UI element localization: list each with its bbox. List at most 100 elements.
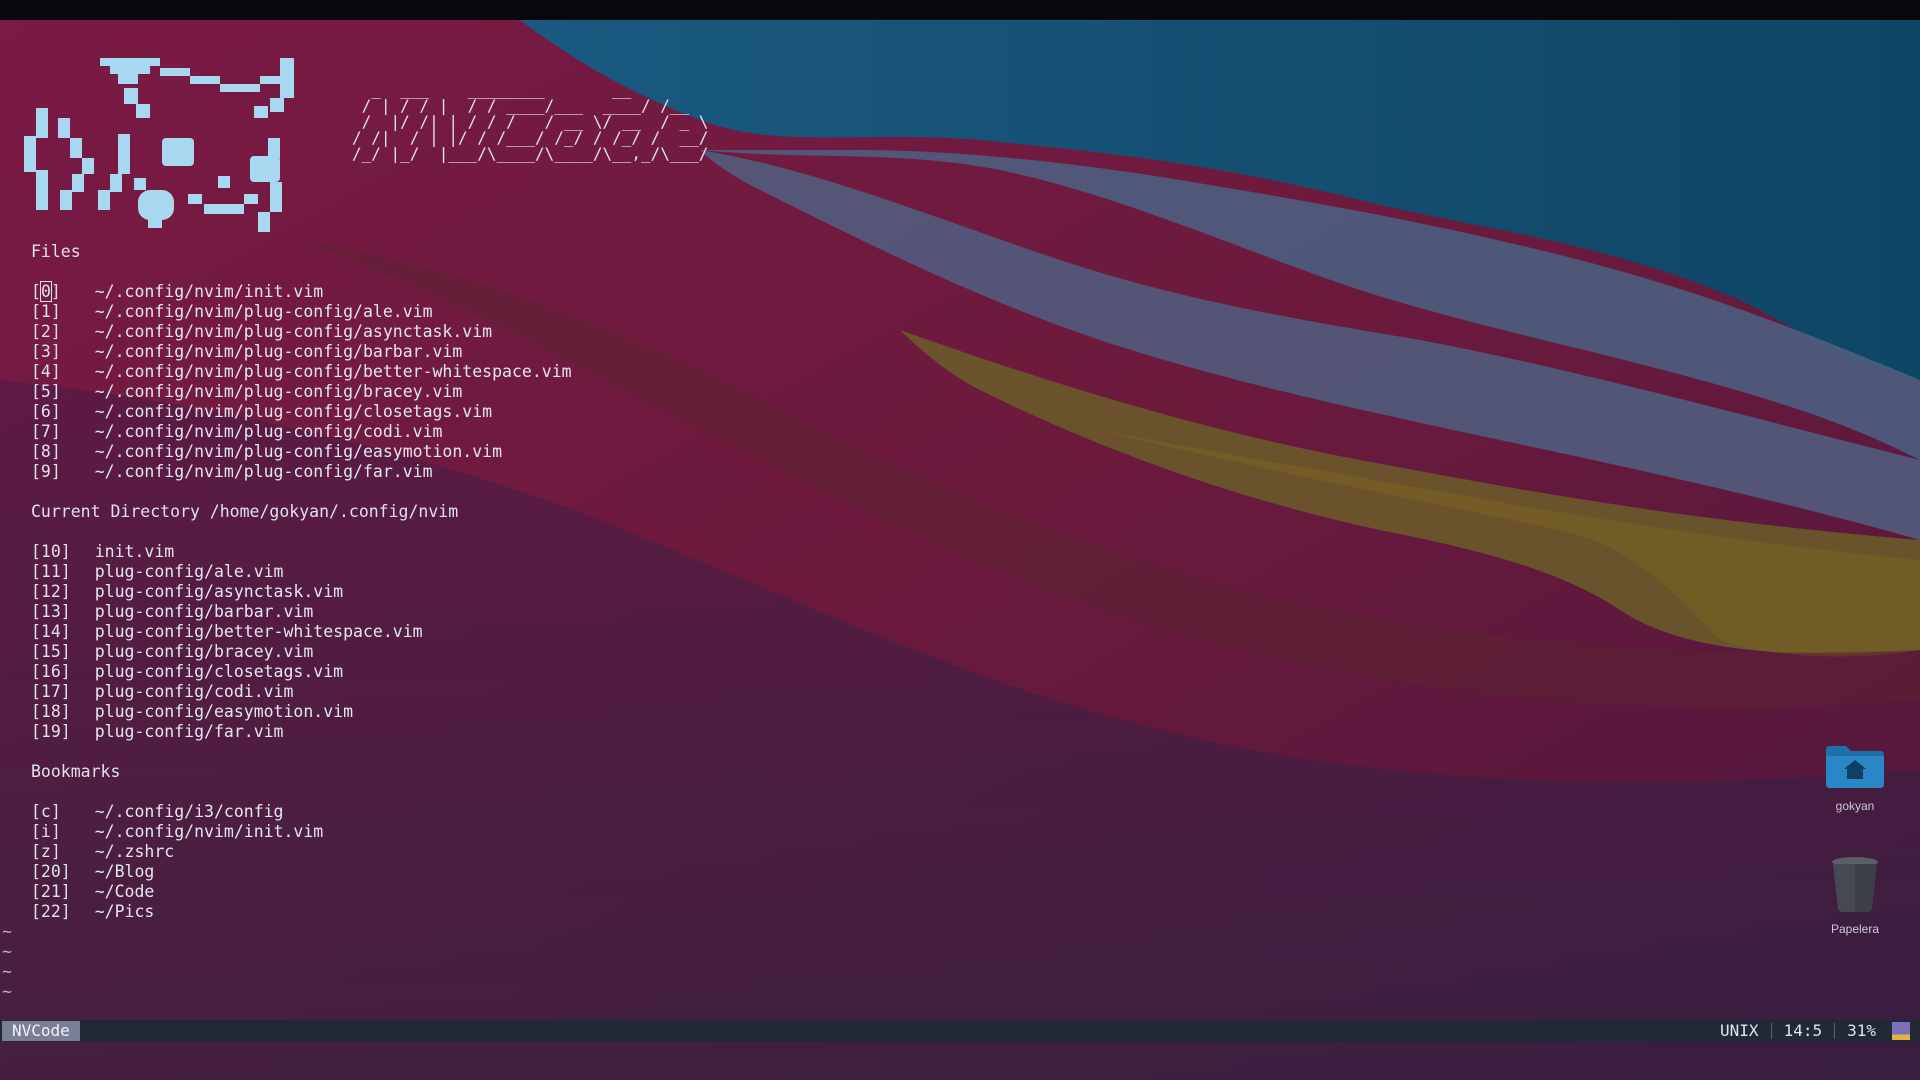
list-item[interactable]: [7] ~/.config/nvim/plug-config/codi.vim — [31, 422, 442, 442]
current-directory-heading: Current Directory /home/gokyan/.config/n… — [31, 502, 459, 521]
item-index: [9] — [31, 462, 61, 481]
list-item[interactable]: [c] ~/.config/i3/config — [31, 802, 284, 822]
file-path: plug-config/easymotion.vim — [94, 702, 354, 721]
list-item[interactable]: [19] plug-config/far.vim — [31, 722, 284, 742]
item-index: [6] — [31, 402, 61, 421]
file-path: ~/Pics — [94, 902, 155, 921]
item-index: [2] — [31, 322, 61, 341]
file-path: ~/.config/nvim/plug-config/bracey.vim — [94, 382, 463, 401]
cursor: 0 — [39, 281, 52, 302]
cursor-position: 14:5 — [1783, 1021, 1823, 1040]
list-item[interactable]: [12] plug-config/asynctask.vim — [31, 582, 343, 602]
list-item[interactable]: [z] ~/.zshrc — [31, 842, 174, 862]
file-path: ~/.config/nvim/plug-config/codi.vim — [94, 422, 443, 441]
desktop: _ ___ ________ __ / | / / | / / ____/___… — [0, 0, 1920, 1080]
file-path: ~/Code — [94, 882, 155, 901]
list-item[interactable]: [13] plug-config/barbar.vim — [31, 602, 313, 622]
item-index: [22] — [31, 902, 71, 921]
desktop-icon-home[interactable]: gokyan — [1810, 742, 1900, 813]
list-item[interactable]: [0] ~/.config/nvim/init.vim — [31, 281, 324, 302]
file-path: init.vim — [94, 542, 175, 561]
neovim-terminal[interactable]: _ ___ ________ __ / | / / | / / ____/___… — [0, 20, 1920, 1042]
item-index: [20] — [31, 862, 71, 881]
bookmarks-heading: Bookmarks — [31, 762, 121, 781]
file-path: ~/.config/nvim/plug-config/closetags.vim — [94, 402, 493, 421]
item-index: [14] — [31, 622, 71, 641]
file-path: ~/.config/nvim/plug-config/barbar.vim — [94, 342, 463, 361]
file-path: plug-config/asynctask.vim — [94, 582, 344, 601]
trash-icon — [1832, 857, 1878, 912]
item-index: [7] — [31, 422, 61, 441]
file-format: UNIX — [1720, 1021, 1759, 1040]
list-item[interactable]: [16] plug-config/closetags.vim — [31, 662, 343, 682]
file-path: plug-config/better-whitespace.vim — [94, 622, 423, 641]
file-path: ~/.config/nvim/init.vim — [94, 822, 324, 841]
file-path: plug-config/bracey.vim — [94, 642, 314, 661]
item-index: [19] — [31, 722, 71, 741]
item-index: [8] — [31, 442, 61, 461]
item-index: [17] — [31, 682, 71, 701]
file-path: ~/.config/nvim/init.vim — [94, 282, 324, 301]
file-path: plug-config/codi.vim — [94, 682, 294, 701]
item-index: [15] — [31, 642, 71, 661]
home-folder-icon — [1826, 746, 1884, 788]
item-index: [16] — [31, 662, 71, 681]
file-path: ~/.config/i3/config — [94, 802, 284, 821]
item-index: [4] — [31, 362, 61, 381]
file-path: plug-config/far.vim — [94, 722, 284, 741]
list-item[interactable]: [5] ~/.config/nvim/plug-config/bracey.vi… — [31, 382, 462, 402]
item-index: [c] — [31, 802, 61, 821]
file-path: ~/.config/nvim/plug-config/easymotion.vi… — [94, 442, 503, 461]
list-item[interactable]: [21] ~/Code — [31, 882, 154, 902]
item-index: [12] — [31, 582, 71, 601]
item-index: [1] — [31, 302, 61, 321]
empty-line-marker: ~ — [2, 922, 12, 941]
empty-line-marker: ~ — [2, 942, 12, 961]
files-heading: Files — [31, 242, 81, 261]
desktop-icon-trash[interactable]: Papelera — [1810, 855, 1900, 936]
item-index: [21] — [31, 882, 71, 901]
list-item[interactable]: [20] ~/Blog — [31, 862, 154, 882]
pixel-art-logo — [24, 58, 294, 232]
item-index: [3] — [31, 342, 61, 361]
item-index: [11] — [31, 562, 71, 581]
desktop-icon-label: Papelera — [1830, 922, 1880, 936]
statusline-right: UNIX 14:5 31% — [1708, 1020, 1910, 1042]
list-item[interactable]: [22] ~/Pics — [31, 902, 154, 922]
top-bar — [0, 0, 1920, 20]
file-path: ~/.zshrc — [94, 842, 175, 861]
list-item[interactable]: [17] plug-config/codi.vim — [31, 682, 293, 702]
file-path: ~/.config/nvim/plug-config/ale.vim — [94, 302, 433, 321]
item-index: [i] — [31, 822, 61, 841]
list-item[interactable]: [2] ~/.config/nvim/plug-config/asynctask… — [31, 322, 492, 342]
list-item[interactable]: [i] ~/.config/nvim/init.vim — [31, 822, 323, 842]
list-item[interactable]: [1] ~/.config/nvim/plug-config/ale.vim — [31, 302, 433, 322]
list-item[interactable]: [15] plug-config/bracey.vim — [31, 642, 313, 662]
list-item[interactable]: [3] ~/.config/nvim/plug-config/barbar.vi… — [31, 342, 462, 362]
file-path: plug-config/ale.vim — [94, 562, 284, 581]
list-item[interactable]: [6] ~/.config/nvim/plug-config/closetags… — [31, 402, 492, 422]
list-item[interactable]: [9] ~/.config/nvim/plug-config/far.vim — [31, 462, 433, 482]
list-item[interactable]: [8] ~/.config/nvim/plug-config/easymotio… — [31, 442, 502, 462]
empty-line-marker: ~ — [2, 962, 12, 981]
item-index: [18] — [31, 702, 71, 721]
item-index: [0] — [31, 281, 71, 302]
list-item[interactable]: [18] plug-config/easymotion.vim — [31, 702, 353, 722]
item-index: [z] — [31, 842, 61, 861]
nvcode-ascii-logo: _ ___ ________ __ / | / / | / / ____/___… — [352, 80, 709, 163]
statusline: NVCode UNIX 14:5 31% — [0, 1020, 1920, 1042]
item-index: [5] — [31, 382, 61, 401]
file-path: ~/.config/nvim/plug-config/far.vim — [94, 462, 433, 481]
scroll-indicator — [1892, 1022, 1910, 1040]
file-path: ~/Blog — [94, 862, 155, 881]
item-index: [13] — [31, 602, 71, 621]
list-item[interactable]: [14] plug-config/better-whitespace.vim — [31, 622, 423, 642]
list-item[interactable]: [4] ~/.config/nvim/plug-config/better-wh… — [31, 362, 572, 382]
list-item[interactable]: [10] init.vim — [31, 542, 174, 562]
list-item[interactable]: [11] plug-config/ale.vim — [31, 562, 284, 582]
scroll-percent: 31% — [1847, 1021, 1876, 1040]
mode-badge: NVCode — [2, 1021, 80, 1041]
file-path: plug-config/barbar.vim — [94, 602, 314, 621]
file-path: plug-config/closetags.vim — [94, 662, 344, 681]
file-path: ~/.config/nvim/plug-config/asynctask.vim — [94, 322, 493, 341]
